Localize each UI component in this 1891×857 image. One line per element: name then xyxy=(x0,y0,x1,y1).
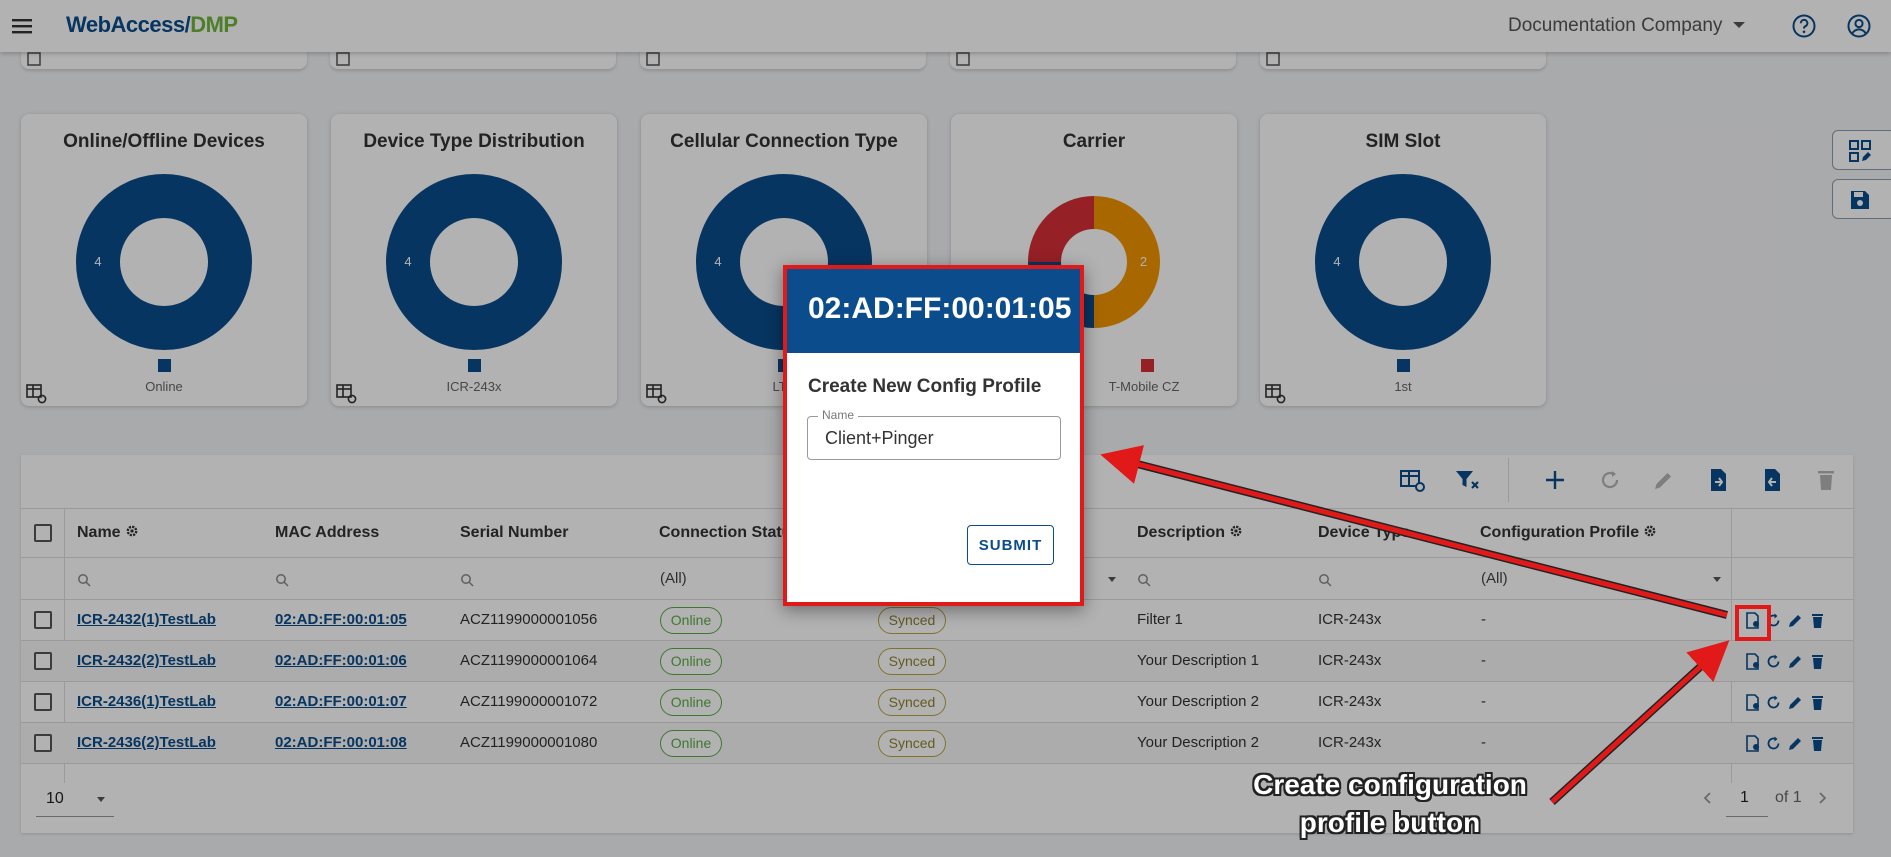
submit-button[interactable]: SUBMIT xyxy=(967,525,1054,565)
profile-name-field[interactable]: Name Client+Pinger xyxy=(807,408,1061,460)
annotation-line-1: Create configuration xyxy=(1253,769,1527,800)
annotation-line-2: profile button xyxy=(1299,807,1481,838)
create-config-profile-dialog: 02:AD:FF:00:01:05 Create New Config Prof… xyxy=(783,265,1084,606)
dialog-subtitle: Create New Config Profile xyxy=(808,376,1042,397)
profile-name-label: Name xyxy=(818,408,859,422)
dialog-header: 02:AD:FF:00:01:05 xyxy=(787,269,1080,353)
annotation-callout: Create configuration profile button xyxy=(1220,766,1560,842)
annotation-highlight xyxy=(1735,605,1771,641)
profile-name-value[interactable]: Client+Pinger xyxy=(825,428,934,449)
dialog-title: 02:AD:FF:00:01:05 xyxy=(808,292,1072,325)
